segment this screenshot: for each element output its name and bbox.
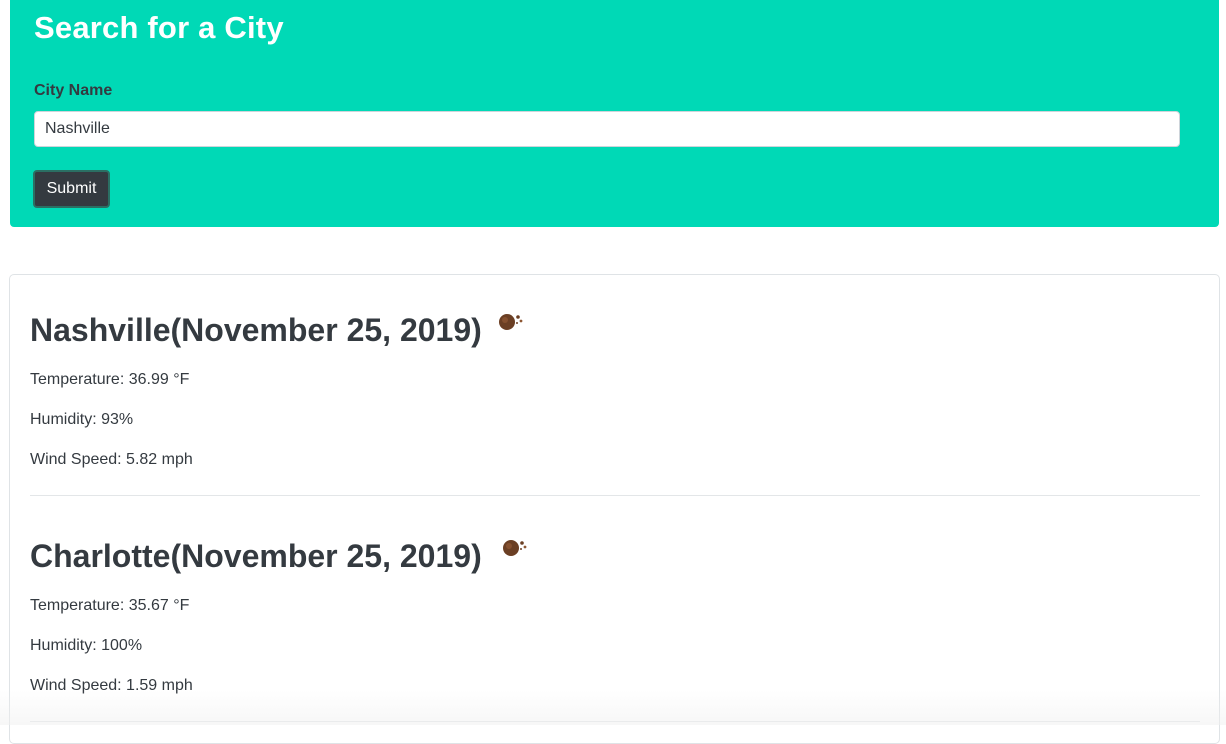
result-item: Charlotte(November 25, 2019) Temperature… <box>30 538 1200 723</box>
search-panel: Search for a City City Name Submit <box>10 0 1219 227</box>
city-name-label: City Name <box>34 82 113 99</box>
temperature-text: Temperature: 35.67 °F <box>30 597 190 614</box>
search-title: Search for a City <box>34 10 284 45</box>
submit-button[interactable]: Submit <box>33 170 110 208</box>
wind-speed-text: Wind Speed: 5.82 mph <box>30 451 193 468</box>
result-title: Charlotte(November 25, 2019) <box>30 538 482 574</box>
result-divider <box>30 721 1200 722</box>
result-title: Nashville(November 25, 2019) <box>30 312 482 348</box>
wind-speed-text: Wind Speed: 1.59 mph <box>30 677 193 694</box>
cloud-weather-icon <box>503 540 527 556</box>
city-name-input[interactable] <box>34 111 1180 147</box>
humidity-text: Humidity: 93% <box>30 411 134 428</box>
result-item: Nashville(November 25, 2019) Temperature… <box>30 312 1200 497</box>
cloud-weather-icon <box>499 314 523 330</box>
results-card: Nashville(November 25, 2019) Temperature… <box>9 274 1220 744</box>
result-divider <box>30 495 1200 496</box>
humidity-text: Humidity: 100% <box>30 637 143 654</box>
temperature-text: Temperature: 36.99 °F <box>30 371 190 388</box>
